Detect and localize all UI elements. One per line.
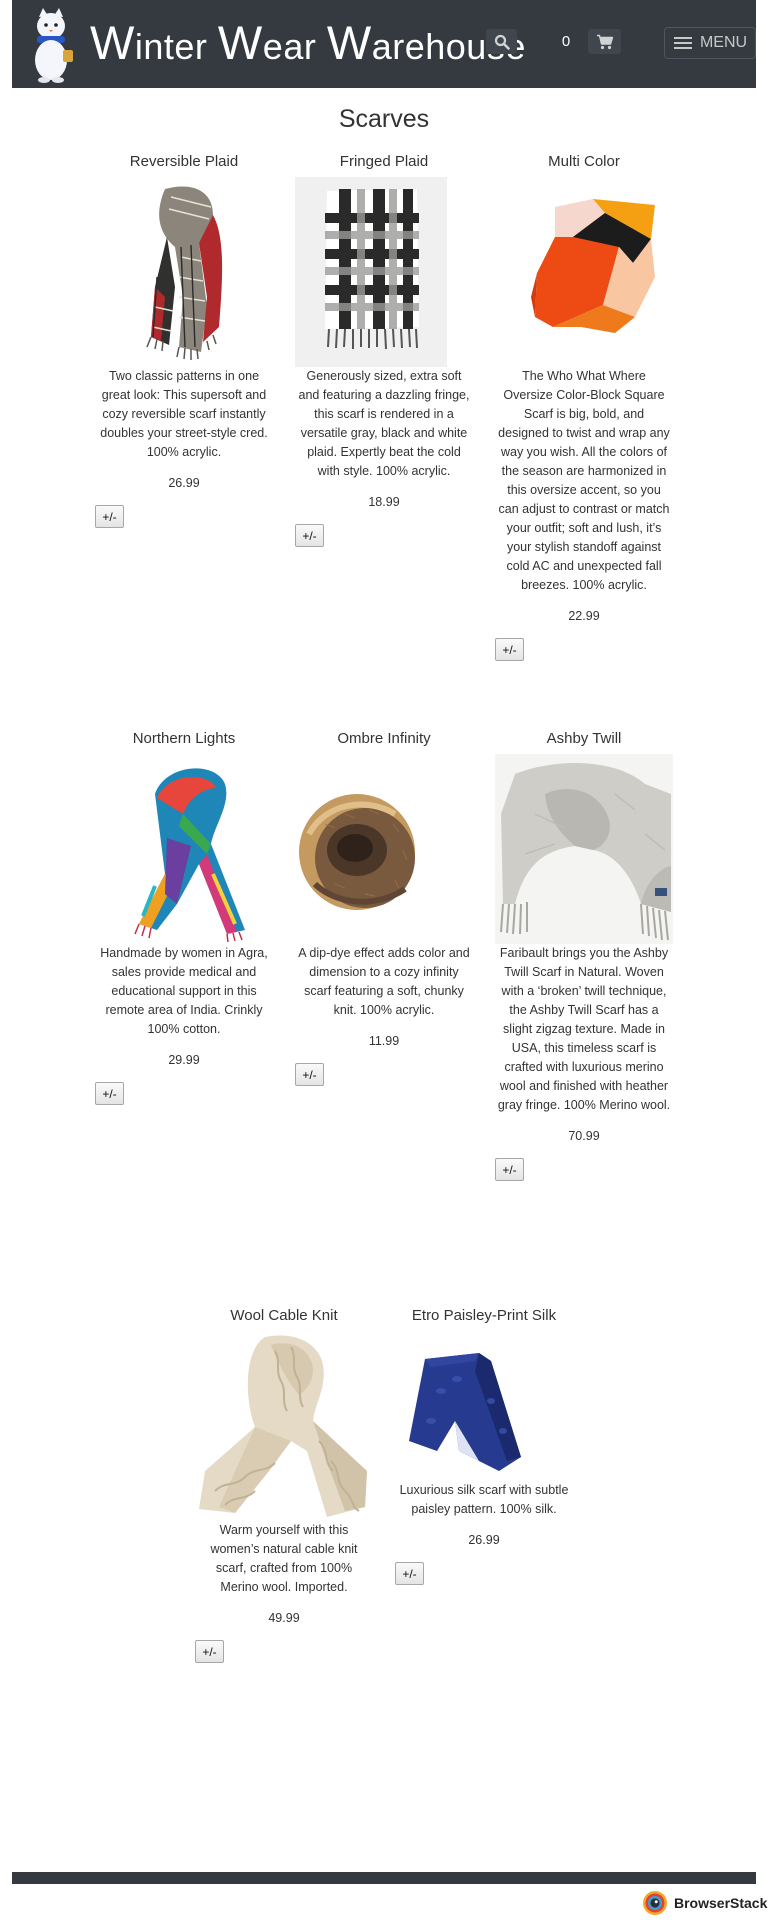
product-card-ombre-infinity: Ombre Infinity A dip-dye effect adds col…	[295, 729, 473, 1086]
quantity-toggle-button[interactable]: +/-	[295, 524, 324, 547]
product-card-wool-cable-knit: Wool Cable Knit Warm yourself with this …	[195, 1306, 373, 1663]
product-image-ashby-twill[interactable]	[495, 754, 673, 944]
product-card-fringed-plaid: Fringed Plaid Generously sized, extra so…	[295, 152, 473, 547]
quantity-toggle-button[interactable]: +/-	[395, 1562, 424, 1585]
browserstack-logo-icon	[643, 1891, 667, 1915]
quantity-toggle-button[interactable]: +/-	[295, 1063, 324, 1086]
footer-bar	[12, 1872, 756, 1884]
product-price: 29.99	[168, 1053, 200, 1067]
brand-part: W	[90, 16, 135, 69]
product-price: 49.99	[268, 1611, 300, 1625]
brand-part: W	[217, 16, 263, 69]
product-title: Etro Paisley-Print Silk	[411, 1307, 557, 1324]
site-brand-title[interactable]: Winter Wear Warehouse	[90, 14, 526, 76]
product-card-reversible-plaid: Reversible Plaid Two classic patterns in…	[95, 152, 273, 528]
product-title: Reversible Plaid	[129, 153, 239, 170]
product-price: 70.99	[568, 1129, 600, 1143]
product-card-ashby-twill: Ashby Twill Faribault brings you the Ash…	[495, 729, 673, 1181]
product-title: Ashby Twill	[546, 730, 622, 747]
product-title: Multi Color	[548, 153, 620, 170]
search-icon	[494, 34, 510, 50]
product-image-northern-lights[interactable]	[95, 754, 273, 944]
product-price: 26.99	[468, 1533, 500, 1547]
product-price: 18.99	[368, 495, 400, 509]
shopping-cart-icon	[596, 34, 613, 49]
quantity-toggle-button[interactable]: +/-	[495, 1158, 524, 1181]
product-description: The Who What Where Oversize Color-Block …	[498, 369, 670, 592]
browserstack-badge[interactable]: BrowserStack	[642, 1890, 767, 1916]
product-image-fringed-plaid[interactable]	[295, 177, 473, 367]
product-title: Ombre Infinity	[337, 730, 431, 747]
product-price: 26.99	[168, 476, 200, 490]
quantity-toggle-button[interactable]: +/-	[495, 638, 524, 661]
brand-part: inter	[134, 26, 218, 67]
cart-button[interactable]	[588, 29, 621, 54]
product-title: Wool Cable Knit	[230, 1307, 338, 1324]
product-image-reversible-plaid[interactable]	[95, 177, 273, 367]
product-price: 11.99	[368, 1034, 400, 1048]
product-description: Generously sized, extra soft and featuri…	[298, 369, 470, 478]
brand-part: ear	[262, 26, 327, 67]
product-description: Two classic patterns in one great look: …	[100, 369, 268, 459]
product-card-northern-lights: Northern Lights Handmade by women in Agr…	[95, 729, 273, 1105]
product-card-multi-color: Multi Color The Who What Where Oversize …	[495, 152, 673, 661]
product-image-ombre-infinity[interactable]	[295, 754, 473, 944]
product-title: Fringed Plaid	[339, 153, 429, 170]
product-image-etro-paisley-print-silk[interactable]	[395, 1331, 573, 1481]
product-image-wool-cable-knit[interactable]	[195, 1331, 373, 1521]
cart-count: 0	[561, 33, 571, 50]
brand-part: W	[326, 16, 372, 69]
product-card-etro-paisley-print-silk: Etro Paisley-Print Silk Luxurious silk s…	[395, 1306, 573, 1585]
search-button[interactable]	[486, 29, 517, 54]
product-description: Faribault brings you the Ashby Twill Sca…	[497, 946, 671, 1112]
menu-label: MENU	[699, 34, 748, 51]
product-description: Warm yourself with this women’s natural …	[210, 1523, 358, 1594]
hamburger-menu-icon	[673, 37, 692, 49]
product-image-multi-color[interactable]	[495, 177, 673, 367]
product-description: Handmade by women in Agra, sales provide…	[100, 946, 268, 1036]
page-title: Scarves	[338, 105, 430, 133]
product-description: A dip-dye effect adds color and dimensio…	[298, 946, 470, 1017]
quantity-toggle-button[interactable]: +/-	[95, 1082, 124, 1105]
product-title: Northern Lights	[132, 730, 236, 747]
snowman-mascot-logo[interactable]	[20, 4, 82, 84]
product-description: Luxurious silk scarf with subtle paisley…	[399, 1483, 569, 1516]
browserstack-label: BrowserStack	[674, 1895, 768, 1911]
quantity-toggle-button[interactable]: +/-	[195, 1640, 224, 1663]
site-header: Winter Wear Warehouse 0 MENU	[12, 0, 756, 88]
quantity-toggle-button[interactable]: +/-	[95, 505, 124, 528]
menu-button[interactable]: MENU	[664, 27, 756, 59]
product-price: 22.99	[568, 609, 600, 623]
